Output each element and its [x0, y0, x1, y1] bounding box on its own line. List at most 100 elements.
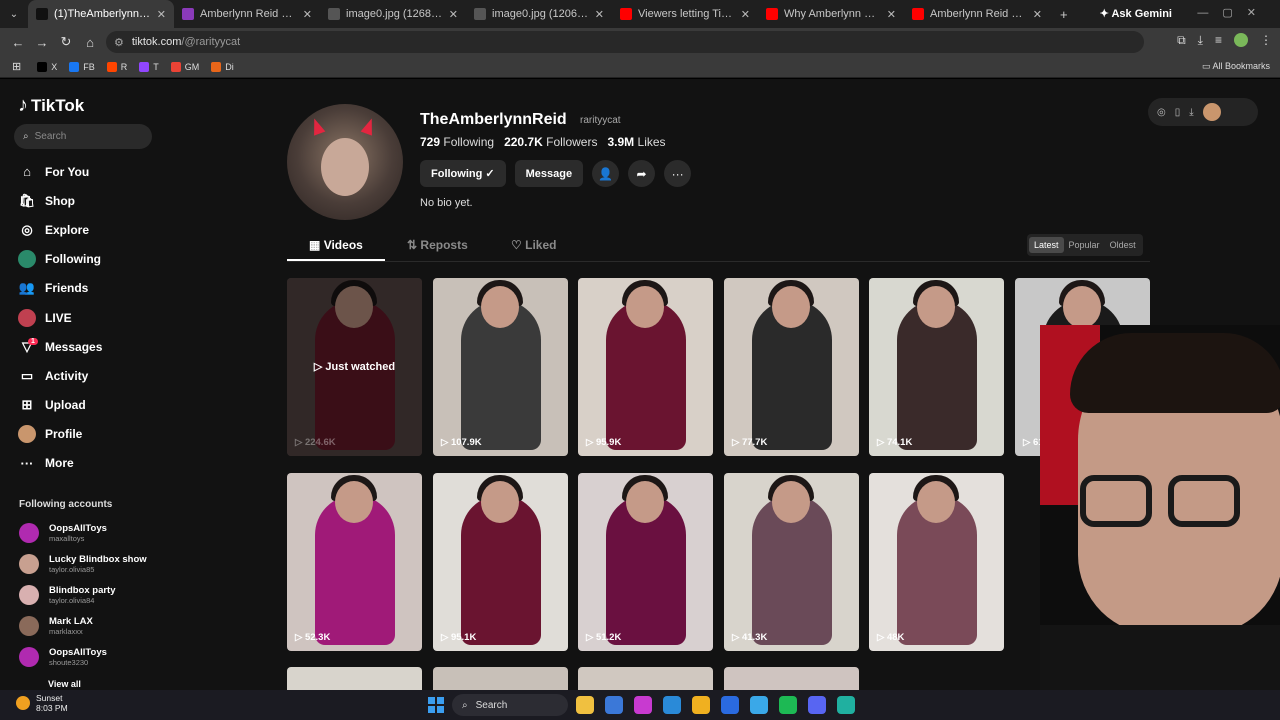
browser-tab[interactable]: Amberlynn Reid – Bio, Birthday ✕ — [174, 0, 320, 28]
tiktok-logo[interactable]: ♪ TikTok — [18, 94, 84, 117]
media-icon[interactable]: ≡ — [1215, 33, 1222, 48]
video-thumb-partial[interactable] — [433, 667, 568, 690]
bookmark-item[interactable]: FB — [69, 61, 95, 72]
sidebar-item-live[interactable]: LIVE — [18, 303, 102, 332]
video-thumbnail[interactable]: ▷ 107.9K — [433, 278, 568, 456]
browser-tab[interactable]: image0.jpg (1268×1524) ✕ — [320, 0, 466, 28]
taskbar-app-icon[interactable] — [779, 696, 797, 714]
windows-start-icon[interactable] — [428, 697, 444, 713]
taskbar-app-icon[interactable] — [692, 696, 710, 714]
browser-tab[interactable]: (1)TheAmberlynnReid (@rarityycat ✕ — [28, 0, 174, 28]
sidebar-item-for-you[interactable]: ⌂ For You — [18, 157, 102, 186]
forward-icon[interactable]: → — [30, 35, 54, 50]
following-account-item[interactable]: OopsAllToys maxalltoys — [19, 517, 147, 548]
taskbar-app-icon[interactable] — [634, 696, 652, 714]
more-options-icon[interactable]: ··· — [664, 160, 692, 187]
bookmark-item[interactable]: T — [139, 61, 159, 72]
apps-grid-icon[interactable]: ⊞ — [12, 60, 21, 73]
menu-icon[interactable]: ⋮ — [1260, 33, 1272, 48]
video-thumbnail[interactable]: ▷ 41.3K — [724, 473, 859, 651]
browser-tab[interactable]: Viewers letting TikTok know ✕ — [612, 0, 758, 28]
video-thumb-partial[interactable] — [724, 667, 859, 690]
following-stat[interactable]: 729 Following — [420, 135, 494, 149]
view-all-link[interactable]: View all — [48, 679, 81, 689]
sidebar-item-activity[interactable]: ▭ Activity — [18, 361, 102, 390]
tab-close-icon[interactable]: ✕ — [741, 8, 750, 21]
tab-close-icon[interactable]: ✕ — [157, 8, 166, 21]
message-button[interactable]: Message — [514, 160, 584, 187]
share-icon[interactable]: ➦ — [628, 160, 656, 187]
sidebar-item-more[interactable]: ··· More — [18, 449, 102, 478]
download-app-icon[interactable]: ⤓ — [1189, 107, 1193, 118]
video-thumbnail[interactable]: ▷ 95.9K — [578, 278, 713, 456]
taskbar-app-icon[interactable] — [837, 696, 855, 714]
taskbar-app-icon[interactable] — [721, 696, 739, 714]
taskbar-search[interactable]: ⌕ Search — [452, 694, 568, 716]
video-thumbnail[interactable]: ▷ 74.1K — [869, 278, 1004, 456]
profile-avatar-browser[interactable] — [1234, 33, 1248, 47]
weather-widget[interactable]: Sunset 8:03 PM — [16, 693, 68, 713]
video-thumbnail[interactable]: ▷ 48K — [869, 473, 1004, 651]
sidebar-item-explore[interactable]: ◎ Explore — [18, 215, 102, 244]
bookmark-item[interactable]: Di — [211, 61, 234, 72]
sidebar-item-messages[interactable]: ▽ 1 Messages — [18, 332, 102, 361]
address-bar[interactable]: ⚙ tiktok.com/@rarityycat — [106, 31, 1144, 53]
sidebar-item-shop[interactable]: 🛍 Shop — [18, 186, 102, 215]
bookmark-item[interactable]: R — [106, 61, 127, 72]
sidebar-item-friends[interactable]: 👥 Friends — [18, 274, 102, 303]
tab-close-icon[interactable]: ✕ — [1033, 8, 1042, 21]
following-button[interactable]: Following ✓ — [420, 160, 506, 187]
video-thumbnail[interactable]: ▷ Just watched ▷ 224.6K — [287, 278, 422, 456]
video-thumbnail[interactable]: ▷ 77.7K — [724, 278, 859, 456]
video-thumbnail[interactable]: ▷ 51.2K — [578, 473, 713, 651]
tab-close-icon[interactable]: ✕ — [887, 8, 896, 21]
extensions-icon[interactable]: ⧉ — [1177, 33, 1186, 48]
browser-tab[interactable]: Why Amberlynn Reid was C ✕ — [758, 0, 904, 28]
browser-tab[interactable]: Amberlynn Reid and Foodie ✕ — [904, 0, 1050, 28]
sort-latest[interactable]: Latest — [1029, 237, 1064, 253]
sort-oldest[interactable]: Oldest — [1105, 237, 1141, 253]
user-avatar[interactable] — [1202, 103, 1221, 121]
video-thumb-partial[interactable] — [287, 667, 422, 690]
sort-popular[interactable]: Popular — [1064, 237, 1105, 253]
following-account-item[interactable]: Mark LAX marklaxxx — [19, 610, 147, 641]
following-account-item[interactable]: Lucky Blindbox show taylor.olivia85 — [19, 548, 147, 579]
sidebar-item-upload[interactable]: ⊞ Upload — [18, 391, 102, 420]
tab-close-icon[interactable]: ✕ — [595, 8, 604, 21]
all-bookmarks-button[interactable]: ▭ All Bookmarks — [1202, 61, 1270, 72]
search-input[interactable]: ⌕ Search — [14, 124, 152, 149]
following-account-item[interactable]: Blindbox party taylor.olivia84 — [19, 579, 147, 610]
sidebar-item-following[interactable]: Following — [18, 245, 102, 274]
tab-close-icon[interactable]: ✕ — [449, 8, 458, 21]
add-friend-icon[interactable]: 👤 — [592, 160, 620, 187]
site-info-icon[interactable]: ⚙ — [114, 36, 124, 49]
taskbar-app-icon[interactable] — [663, 696, 681, 714]
bookmark-item[interactable]: GM — [170, 61, 199, 72]
taskbar-app-icon[interactable] — [576, 696, 594, 714]
window-controls[interactable]: —▢✕ — [1197, 6, 1270, 19]
back-icon[interactable]: ← — [6, 35, 30, 50]
bookmark-item[interactable]: X — [37, 61, 57, 72]
coins-icon[interactable]: ◎ — [1157, 107, 1166, 118]
video-thumbnail[interactable]: ▷ 95.1K — [433, 473, 568, 651]
profile-avatar[interactable] — [287, 104, 403, 220]
followers-stat[interactable]: 220.7K Followers — [504, 135, 597, 149]
taskbar-app-icon[interactable] — [808, 696, 826, 714]
reload-icon[interactable]: ↻ — [54, 34, 78, 50]
following-account-item[interactable]: OopsAllToys shoute3230 — [19, 641, 147, 672]
sidebar-item-profile[interactable]: Profile — [18, 420, 102, 449]
tab-videos[interactable]: ▦ Videos — [309, 238, 363, 252]
tab-search-icon[interactable]: ⌄ — [0, 9, 28, 20]
tab-liked[interactable]: ♡ Liked — [511, 238, 556, 252]
taskbar-app-icon[interactable] — [605, 696, 623, 714]
download-icon[interactable]: ⤓ — [1198, 33, 1203, 48]
taskbar-app-icon[interactable] — [750, 696, 768, 714]
device-icon[interactable]: ▯ — [1175, 107, 1181, 118]
home-button-icon[interactable]: ⌂ — [78, 35, 102, 50]
ask-gemini-button[interactable]: ✦ Ask Gemini — [1100, 7, 1172, 20]
tab-close-icon[interactable]: ✕ — [303, 8, 312, 21]
video-thumbnail[interactable]: ▷ 52.3K — [287, 473, 422, 651]
tab-reposts[interactable]: ⇅ Reposts — [407, 238, 468, 252]
video-thumb-partial[interactable] — [578, 667, 713, 690]
new-tab-button[interactable]: + — [1060, 7, 1068, 22]
